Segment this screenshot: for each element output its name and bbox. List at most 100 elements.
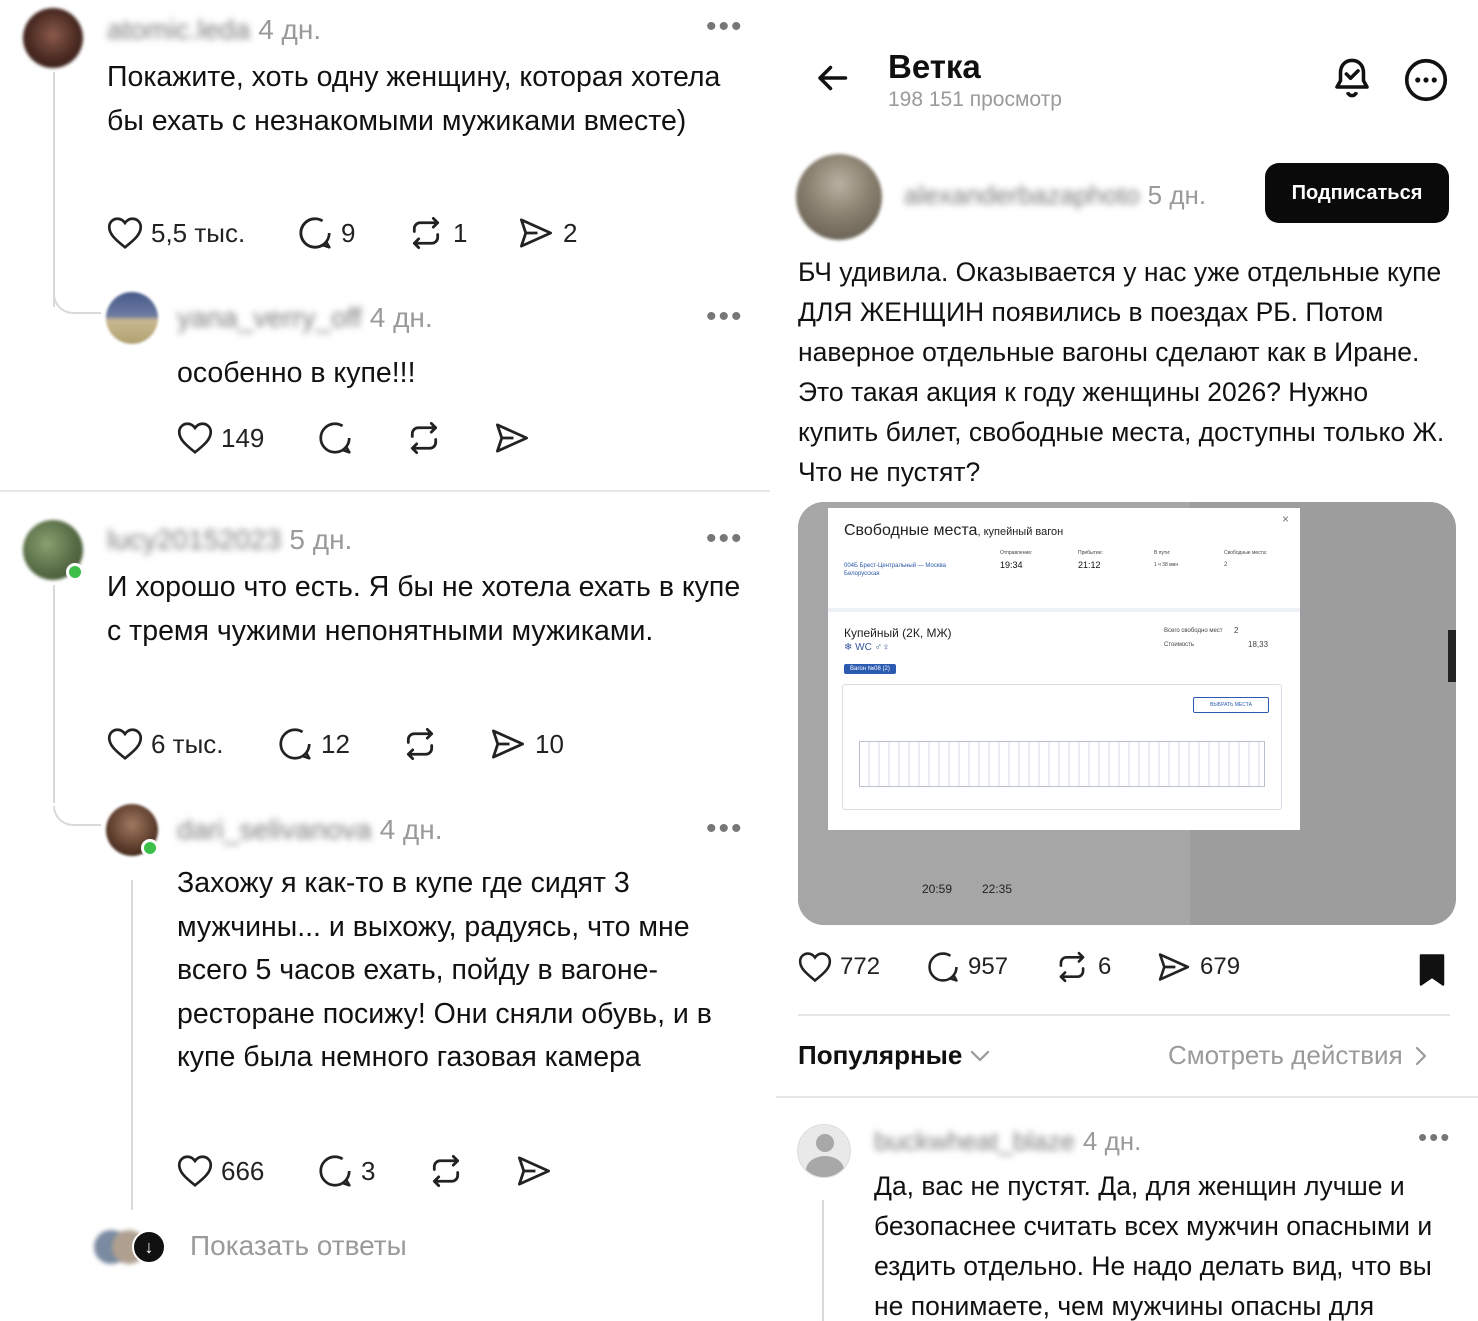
back-arrow-icon[interactable] — [814, 60, 850, 96]
page-title: Ветка — [888, 48, 981, 85]
heart-icon — [177, 422, 213, 454]
show-replies-button[interactable]: Показать ответы — [190, 1230, 407, 1262]
username[interactable]: yana_verry_off — [177, 302, 362, 334]
total-free-label: Всего свободно мест — [1164, 628, 1223, 634]
avatar-body — [806, 1156, 844, 1177]
reply-avatars[interactable]: ↓ — [94, 1228, 170, 1266]
comment-actions: 5,5 тыс. 9 1 2 — [107, 215, 577, 251]
like-count: 149 — [221, 422, 265, 453]
car-amenities-icon: ❄ WC ♂♀ — [844, 642, 890, 653]
avatar[interactable] — [106, 292, 158, 344]
reply-button[interactable]: 957 — [926, 950, 1054, 984]
chevron-right-icon — [1415, 1046, 1426, 1065]
repost-icon — [1059, 951, 1085, 983]
thread-line — [131, 880, 133, 1210]
repost-button[interactable] — [405, 420, 493, 456]
share-icon — [1158, 953, 1190, 981]
comment-header: dari_selivanova 4 дн. — [177, 814, 443, 846]
username[interactable]: lucy20152023 — [107, 524, 281, 556]
post-image[interactable]: Свободные места, купейный вагон × 004Б Б… — [798, 502, 1456, 925]
more-icon[interactable]: ••• — [1418, 1124, 1451, 1150]
repost-count: 1 — [453, 217, 468, 248]
free-label: Свободные места: — [1224, 550, 1268, 556]
modal-title-text: Свободные места — [844, 522, 978, 539]
more-icon[interactable]: ••• — [706, 302, 744, 332]
section-divider — [0, 490, 770, 492]
username[interactable]: buckwheat_blaze — [874, 1126, 1075, 1157]
repost-icon — [432, 1154, 460, 1188]
like-count: 772 — [840, 953, 881, 980]
modal-divider — [828, 608, 1300, 612]
like-button[interactable]: 666 — [177, 1154, 317, 1188]
more-icon[interactable]: ••• — [706, 12, 744, 42]
heart-icon — [798, 952, 832, 983]
more-icon[interactable]: ••• — [706, 814, 744, 844]
sort-dropdown[interactable]: Популярные — [798, 1040, 990, 1071]
like-button[interactable]: 772 — [798, 951, 926, 983]
like-count: 666 — [221, 1155, 265, 1186]
more-options-icon[interactable] — [1404, 58, 1448, 102]
reply-button[interactable]: 9 — [297, 215, 407, 251]
bottom-departure: 20:59 — [922, 882, 953, 896]
share-button[interactable] — [493, 420, 531, 456]
chevron-down-icon — [971, 1050, 990, 1061]
comment-icon — [299, 217, 331, 249]
arrival-time: 21:12 — [1078, 560, 1101, 570]
modal-title: Свободные места, купейный вагон — [844, 522, 1063, 540]
share-button[interactable]: 10 — [489, 726, 564, 762]
train-name: 004Б Брест-Центральный — Москва Белорусс… — [844, 563, 946, 577]
repost-button[interactable]: 1 — [407, 215, 517, 251]
comment-text: Захожу я как-то в купе где сидят 3 мужчи… — [177, 867, 712, 1073]
departure-time: 19:34 — [1000, 560, 1023, 570]
timestamp: 4 дн. — [379, 814, 443, 845]
heart-icon — [107, 217, 143, 249]
total-free-count: 2 — [1234, 626, 1239, 635]
bookmark-icon[interactable] — [1418, 953, 1446, 987]
repost-count: 6 — [1098, 953, 1112, 980]
view-activity-link[interactable]: Смотреть действия — [1168, 1040, 1427, 1071]
repost-icon — [412, 216, 440, 250]
thread-connector — [53, 806, 101, 826]
reply-button[interactable]: 12 — [277, 726, 401, 762]
share-count: 2 — [563, 217, 578, 248]
share-button[interactable]: 2 — [517, 215, 577, 251]
sort-label: Популярные — [798, 1040, 963, 1070]
like-button[interactable]: 149 — [177, 421, 317, 455]
divider — [776, 1096, 1478, 1098]
choose-seats-button: ВЫБРАТЬ МЕСТА — [1193, 697, 1269, 713]
subscribe-button[interactable]: Подписаться — [1265, 163, 1449, 223]
avatar[interactable] — [23, 8, 83, 68]
repost-button[interactable] — [427, 1153, 515, 1189]
view-activity-label: Смотреть действия — [1168, 1040, 1403, 1070]
avatar[interactable] — [796, 154, 882, 240]
username[interactable]: dari_selivanova — [177, 814, 372, 846]
reply-count: 957 — [968, 953, 1009, 980]
comment-text: особенно в купе!!! — [177, 357, 416, 389]
reply-button[interactable]: 3 — [317, 1153, 427, 1189]
default-avatar-icon[interactable] — [797, 1124, 851, 1178]
share-button[interactable] — [515, 1153, 553, 1189]
post-header: alexanderbazaphoto 5 дн. — [904, 180, 1206, 211]
share-icon — [517, 1156, 551, 1186]
repost-icon — [406, 727, 434, 761]
like-button[interactable]: 6 тыс. — [107, 727, 277, 761]
username[interactable]: atomic.leda — [107, 14, 250, 46]
online-dot — [66, 563, 84, 581]
share-button[interactable]: 679 — [1156, 950, 1240, 984]
comment-icon — [319, 1155, 351, 1187]
heart-icon — [177, 1155, 213, 1187]
transit-time: 1 ч 38 мин — [1154, 562, 1179, 568]
bell-icon[interactable] — [1330, 56, 1374, 102]
repost-button[interactable] — [401, 726, 489, 762]
repost-button[interactable]: 6 — [1054, 950, 1156, 984]
divider — [798, 1014, 1450, 1016]
reply-button[interactable] — [317, 420, 405, 456]
username[interactable]: alexanderbazaphoto — [904, 180, 1140, 211]
like-count: 5,5 тыс. — [151, 217, 246, 248]
timestamp: 4 дн. — [369, 302, 433, 333]
like-button[interactable]: 5,5 тыс. — [107, 216, 297, 250]
reply-count: 3 — [361, 1155, 376, 1186]
share-icon — [491, 729, 525, 759]
more-icon[interactable]: ••• — [706, 524, 744, 554]
departure-label: Отправление: — [1000, 550, 1033, 556]
